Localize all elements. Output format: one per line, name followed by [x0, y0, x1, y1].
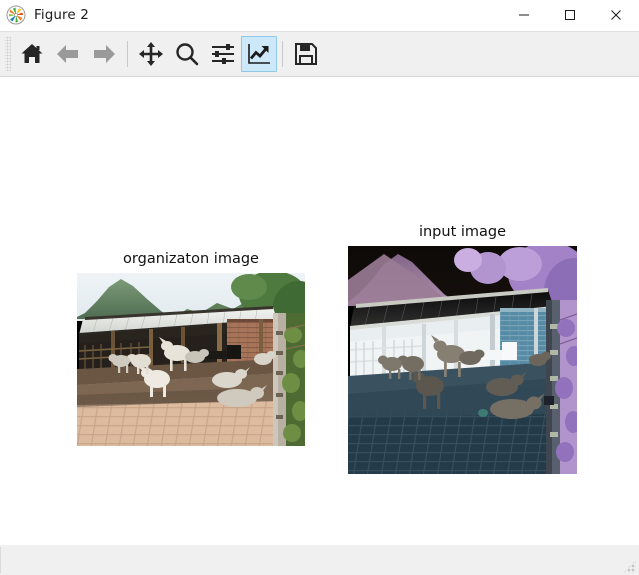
- floppy-disk-icon: [293, 41, 319, 67]
- minimize-icon: [518, 9, 530, 21]
- title-bar-left: Figure 2: [0, 5, 89, 25]
- maximize-button[interactable]: [547, 0, 593, 30]
- axes-left-title: organizaton image: [123, 251, 259, 267]
- close-button[interactable]: [593, 0, 639, 30]
- status-bar: [0, 544, 639, 575]
- home-icon: [19, 41, 45, 67]
- home-button[interactable]: [14, 36, 50, 72]
- arrow-right-icon: [91, 41, 117, 67]
- move-arrows-icon: [138, 41, 164, 67]
- minimize-button[interactable]: [501, 0, 547, 30]
- title-bar: Figure 2: [0, 0, 639, 31]
- arrow-left-icon: [55, 41, 81, 67]
- toolbar-separator: [127, 41, 128, 67]
- axes-right-title: input image: [418, 224, 507, 240]
- matplotlib-pinwheel-icon: [6, 5, 26, 25]
- line-chart-icon: [246, 41, 272, 67]
- save-button[interactable]: [288, 36, 324, 72]
- resize-grip[interactable]: [623, 560, 636, 573]
- customize-button[interactable]: [241, 36, 277, 72]
- close-icon: [610, 9, 622, 21]
- organization-image[interactable]: [77, 273, 305, 446]
- pan-button[interactable]: [133, 36, 169, 72]
- toolbar-drag-handle[interactable]: [5, 37, 11, 71]
- zoom-button[interactable]: [169, 36, 205, 72]
- window-controls: [501, 0, 639, 30]
- input-image[interactable]: [348, 246, 577, 474]
- sliders-icon: [210, 41, 236, 67]
- subplots-button[interactable]: [205, 36, 241, 72]
- toolbar-separator-2: [282, 41, 283, 67]
- axes-right: input image: [348, 224, 577, 474]
- status-bar-edge: [0, 547, 1, 573]
- maximize-icon: [564, 9, 576, 21]
- figure-window: Figure 2 organizaton image input image: [0, 0, 639, 575]
- window-title: Figure 2: [34, 7, 89, 23]
- magnifier-icon: [174, 41, 200, 67]
- navigation-toolbar: [0, 31, 639, 77]
- back-button[interactable]: [50, 36, 86, 72]
- figure-canvas[interactable]: organizaton image input image: [0, 77, 639, 544]
- axes-left: organizaton image: [77, 251, 305, 446]
- forward-button[interactable]: [86, 36, 122, 72]
